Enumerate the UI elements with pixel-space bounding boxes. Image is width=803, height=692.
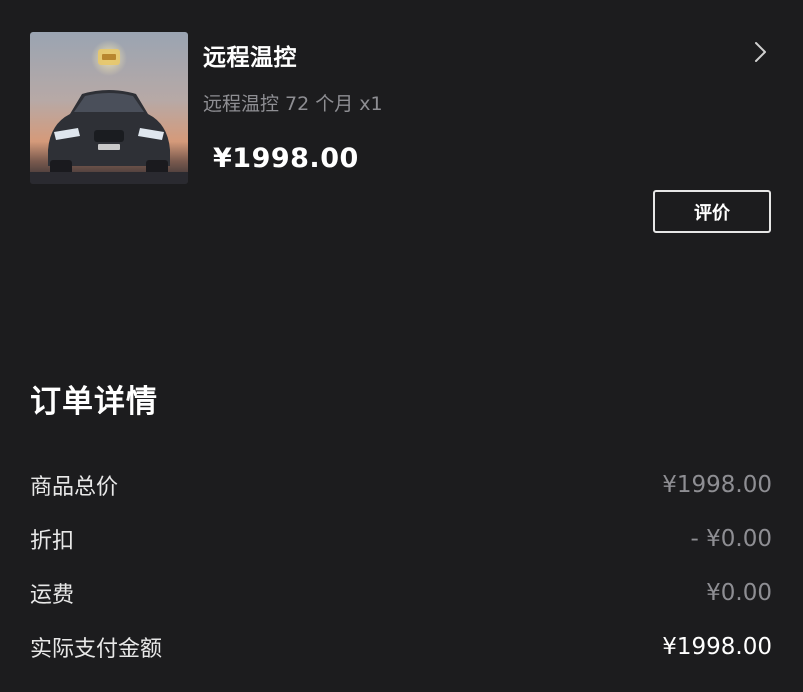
product-price: ¥1998.00: [213, 143, 359, 174]
detail-row-discount: 折扣 - ¥0.00: [30, 521, 772, 557]
car-image: [30, 32, 188, 184]
order-details-title: 订单详情: [30, 384, 158, 420]
detail-row-shipping: 运费 ¥0.00: [30, 575, 772, 611]
detail-value: ¥1998.00: [662, 472, 772, 498]
detail-row-subtotal: 商品总价 ¥1998.00: [30, 467, 772, 503]
detail-label: 运费: [30, 583, 75, 608]
detail-value: ¥1998.00: [662, 634, 772, 660]
detail-value: - ¥0.00: [690, 526, 772, 552]
detail-value: ¥0.00: [706, 580, 772, 606]
product-card[interactable]: 远程温控 远程温控 72 个月 x1 ¥1998.00 评价: [0, 0, 803, 260]
review-button[interactable]: 评价: [653, 190, 771, 233]
product-title: 远程温控: [203, 45, 297, 71]
detail-row-total-paid: 实际支付金额 ¥1998.00: [30, 629, 772, 665]
detail-label: 实际支付金额: [30, 637, 163, 662]
detail-label: 折扣: [30, 529, 75, 554]
chevron-right-icon[interactable]: [748, 40, 772, 64]
detail-label: 商品总价: [30, 475, 119, 500]
product-spec: 远程温控 72 个月 x1: [203, 93, 383, 115]
product-thumbnail: [30, 32, 188, 184]
